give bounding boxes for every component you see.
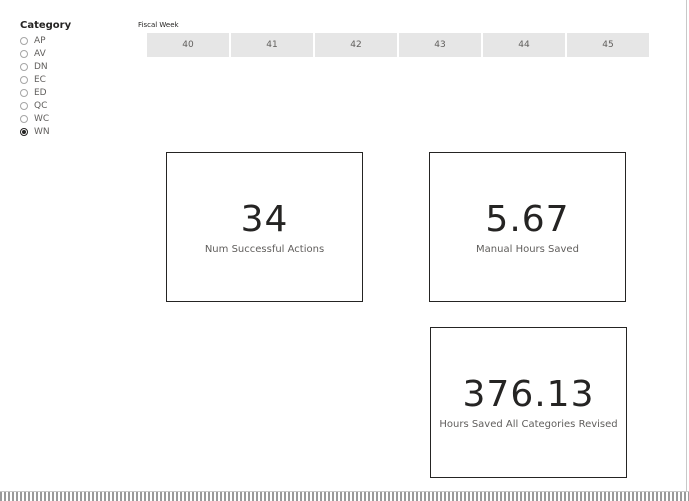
canvas-right-border [686, 0, 687, 492]
kpi-label: Hours Saved All Categories Revised [439, 419, 618, 430]
radio-icon[interactable] [20, 101, 28, 110]
fiscal-week-button-44[interactable]: 44 [483, 33, 565, 57]
kpi-label: Num Successful Actions [204, 243, 325, 255]
radio-icon[interactable] [20, 62, 28, 71]
fiscal-week-button-45[interactable]: 45 [567, 33, 649, 57]
category-option-dn[interactable]: DN [20, 60, 50, 73]
category-option-ap[interactable]: AP [20, 34, 50, 47]
kpi-card-successful-actions[interactable]: 34 Num Successful Actions [166, 152, 363, 302]
category-option-wc[interactable]: WC [20, 112, 50, 125]
fiscal-week-button-42[interactable]: 42 [315, 33, 397, 57]
category-option-ed[interactable]: ED [20, 86, 50, 99]
radio-icon[interactable] [20, 36, 28, 45]
category-slicer-title: Category [20, 20, 72, 31]
fiscal-week-slicer-title: Fiscal Week [138, 21, 179, 29]
fiscal-week-button-43[interactable]: 43 [399, 33, 481, 57]
kpi-label: Manual Hours Saved [476, 243, 579, 255]
category-option-label: WC [34, 113, 50, 124]
category-option-label: DN [34, 61, 48, 72]
kpi-value: 34 [240, 198, 289, 240]
category-option-wn[interactable]: WN [20, 125, 50, 138]
fiscal-week-button-40[interactable]: 40 [147, 33, 229, 57]
kpi-card-hours-saved-all-categories[interactable]: 376.13 Hours Saved All Categories Revise… [430, 327, 627, 478]
radio-icon[interactable] [20, 49, 28, 58]
radio-selected-icon[interactable] [20, 127, 28, 136]
category-option-label: QC [34, 100, 48, 111]
category-option-ec[interactable]: EC [20, 73, 50, 86]
category-option-label: WN [34, 126, 50, 137]
fiscal-week-slicer: 40 41 42 43 44 45 [147, 33, 651, 57]
category-option-label: AP [34, 35, 46, 46]
kpi-card-manual-hours-saved[interactable]: 5.67 Manual Hours Saved [429, 152, 626, 302]
kpi-value: 5.67 [485, 198, 570, 240]
category-option-label: ED [34, 87, 47, 98]
radio-icon[interactable] [20, 88, 28, 97]
radio-icon[interactable] [20, 114, 28, 123]
kpi-value: 376.13 [462, 374, 595, 415]
category-option-qc[interactable]: QC [20, 99, 50, 112]
category-option-label: EC [34, 74, 46, 85]
radio-icon[interactable] [20, 75, 28, 84]
category-slicer: AP AV DN EC ED QC WC WN [20, 34, 50, 138]
fiscal-week-button-41[interactable]: 41 [231, 33, 313, 57]
category-option-label: AV [34, 48, 46, 59]
category-option-av[interactable]: AV [20, 47, 50, 60]
